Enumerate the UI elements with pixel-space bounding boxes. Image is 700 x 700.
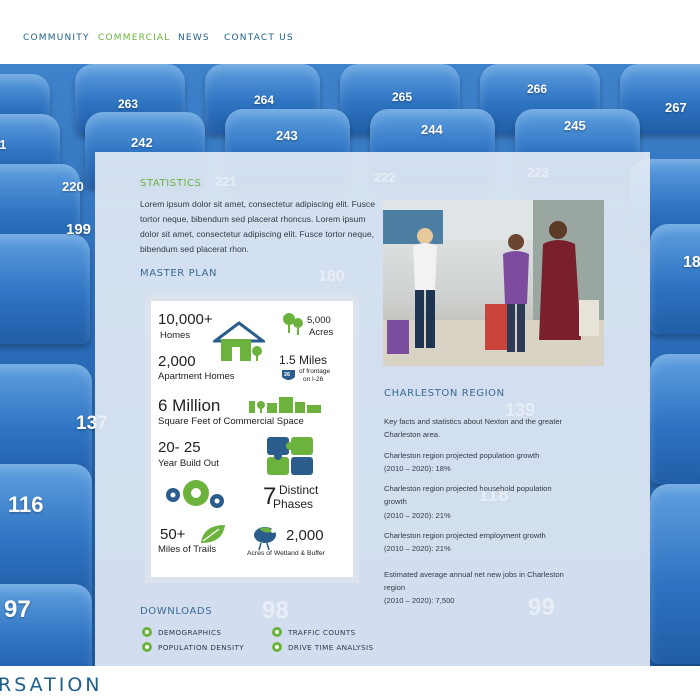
region-fact-value: (2010 – 2020): 7,500: [384, 596, 455, 606]
seat-number: 116: [8, 492, 44, 517]
section-heading-partial: RSATION: [0, 674, 103, 696]
seat-number: 266: [527, 82, 548, 96]
statistics-heading: STATISTICS: [140, 178, 202, 189]
download-icon: [142, 642, 152, 652]
gears-icon: [166, 480, 224, 508]
master-plan-heading: MASTER PLAN: [140, 268, 218, 279]
seat-number: 18: [683, 254, 700, 271]
nav-item-commercial[interactable]: COMMERCIAL: [98, 33, 171, 43]
region-fact: Charleston region projected household po…: [384, 482, 564, 522]
seat: [0, 234, 90, 344]
commercial-value: 6 Million: [158, 396, 221, 415]
house-icon: [213, 321, 265, 361]
nav-item-partial[interactable]: N: [0, 33, 2, 43]
content-panel: STATISTICS Lorem ipsum dolor sit amet, c…: [95, 152, 650, 666]
region-fact-value: (2010 – 2020): 21%: [384, 544, 451, 554]
leaf-icon: [201, 525, 225, 543]
puzzle-icon: [267, 437, 313, 475]
region-fact: Estimated average annual net new jobs in…: [384, 568, 564, 608]
download-label: TRAFFIC COUNTS: [288, 627, 356, 637]
frontage-label-2: on I-26: [303, 376, 324, 383]
highway-number: 26: [284, 372, 291, 378]
shoppers-photo: [383, 200, 604, 366]
shoppers-image: [383, 200, 604, 366]
apartments-value: 2,000: [158, 353, 196, 370]
charleston-region-facts: Key facts and statistics about Nexton an…: [384, 415, 564, 615]
region-fact: Charleston region projected population g…: [384, 449, 564, 476]
nav-item-news[interactable]: NEWS: [178, 33, 210, 43]
download-drive-time-analysis-link[interactable]: DRIVE TIME ANALYSIS: [272, 642, 373, 652]
city-buildings-icon: [249, 397, 321, 413]
seat-number: 244: [421, 122, 443, 137]
region-fact-value: (2010 – 2020): 18%: [384, 463, 451, 473]
seat-number: 245: [564, 118, 586, 133]
download-label: DRIVE TIME ANALYSIS: [288, 642, 374, 652]
seat: [650, 484, 700, 664]
seat-number: 199: [66, 221, 92, 238]
statistics-body: Lorem ipsum dolor sit amet, consectetur …: [140, 199, 375, 254]
acres-label: Acres: [309, 327, 334, 338]
download-population-density-link[interactable]: POPULATION DENSITY: [142, 642, 244, 652]
downloads-heading: DOWNLOADS: [140, 606, 213, 617]
region-fact: Charleston region projected employment g…: [384, 529, 564, 556]
seat-number: 263: [118, 97, 139, 111]
download-traffic-counts-link[interactable]: TRAFFIC COUNTS: [272, 627, 356, 637]
region-fact-label: Estimated average annual net new jobs in…: [384, 569, 564, 592]
seat-number: 267: [665, 100, 687, 115]
phases-label-2: Phases: [273, 497, 314, 511]
seat-number: 265: [392, 90, 413, 104]
frontage-value: 1.5 Miles: [279, 353, 328, 367]
seat-number: 220: [62, 179, 84, 194]
seat: [650, 224, 700, 334]
region-fact-label: Charleston region projected population g…: [384, 450, 540, 460]
download-icon: [272, 642, 282, 652]
trails-value: 50+: [160, 526, 186, 543]
wetland-value: 2,000: [286, 527, 324, 544]
apartments-label: Apartment Homes: [158, 371, 235, 382]
bird-icon: [254, 527, 276, 551]
acres-value: 5,000: [307, 315, 331, 326]
download-label: POPULATION DENSITY: [158, 642, 245, 652]
trees-icon: [283, 313, 303, 335]
charleston-region-heading: CHARLESTON REGION: [384, 388, 505, 399]
region-fact-label: Charleston region projected household po…: [384, 484, 552, 507]
frontage-label-1: of frontage: [299, 368, 331, 375]
seat-number: 264: [254, 93, 275, 107]
master-plan-infographic: 10,000+ Homes 5,000 Acres 2,000 Apartmen…: [145, 295, 359, 583]
nav-item-community[interactable]: COMMUNITY: [23, 33, 90, 43]
download-label: DEMOGRAPHICS: [158, 627, 222, 637]
build-years-value: 20- 25: [158, 439, 201, 456]
commercial-label: Square Feet of Commercial Space: [158, 416, 304, 427]
wetland-label: Acres of Wetland & Buffer: [247, 550, 325, 557]
seat: [0, 464, 92, 604]
seat-number: 97: [4, 596, 31, 623]
build-years-label: Year Build Out: [158, 458, 219, 469]
phases-label-1: Distinct: [279, 483, 319, 497]
homes-value: 10,000+: [158, 311, 213, 328]
homes-label: Homes: [160, 330, 191, 341]
seat-number: 243: [276, 128, 298, 143]
region-fact-label: Charleston region projected employment g…: [384, 531, 546, 541]
download-demographics-link[interactable]: DEMOGRAPHICS: [142, 627, 221, 637]
download-icon: [272, 627, 282, 637]
region-fact-value: (2010 – 2020): 21%: [384, 510, 451, 520]
region-intro: Key facts and statistics about Nexton an…: [384, 417, 563, 440]
nav-item-contact-us[interactable]: CONTACT US: [224, 33, 294, 43]
seat-number: 242: [131, 135, 153, 150]
seat: [650, 354, 700, 484]
seat-number: 41: [0, 137, 7, 152]
top-navigation: N COMMUNITY COMMERCIAL NEWS CONTACT US: [0, 0, 700, 64]
trails-label: Miles of Trails: [158, 544, 217, 555]
download-icon: [142, 627, 152, 637]
